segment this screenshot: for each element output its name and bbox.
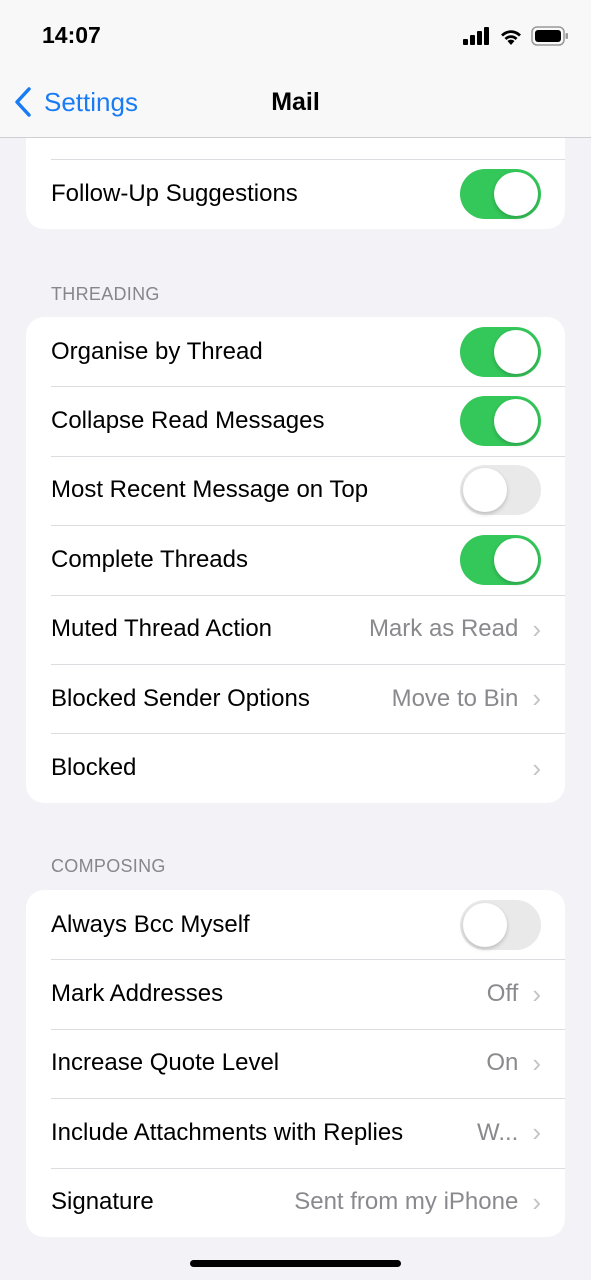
- complete-threads-toggle[interactable]: [460, 534, 541, 585]
- row-follow-up-suggestions: Follow-Up Suggestions: [26, 159, 565, 228]
- row-increase-quote-level[interactable]: Increase Quote Level On ›: [26, 1028, 565, 1098]
- row-include-attachments[interactable]: Include Attachments with Replies W... ›: [26, 1098, 565, 1167]
- section-header-composing: COMPOSING: [51, 856, 166, 876]
- row-blocked[interactable]: Blocked ›: [26, 733, 565, 802]
- status-time: 14:07: [42, 22, 101, 48]
- row-muted-thread-action[interactable]: Muted Thread Action Mark as Read ›: [26, 594, 565, 664]
- most-recent-top-toggle[interactable]: [460, 465, 541, 516]
- chevron-right-icon: ›: [532, 683, 541, 714]
- chevron-right-icon: ›: [532, 978, 541, 1009]
- row-mark-addresses[interactable]: Mark Addresses Off ›: [26, 959, 565, 1028]
- row-signature[interactable]: Signature Sent from my iPhone ›: [26, 1167, 565, 1237]
- chevron-right-icon: ›: [532, 1047, 541, 1078]
- row-most-recent-top: Most Recent Message on Top: [26, 455, 565, 525]
- card-composing: Always Bcc Myself Mark Addresses Off › Inc…: [26, 890, 565, 1237]
- card-threading: Organise by Thread Collapse Read Message…: [26, 317, 565, 803]
- section-header-threading: THREADING: [51, 284, 160, 304]
- chevron-right-icon: ›: [532, 1186, 541, 1217]
- always-bcc-toggle[interactable]: [460, 899, 541, 950]
- row-blocked-sender-options[interactable]: Blocked Sender Options Move to Bin ›: [26, 663, 565, 733]
- row-complete-threads: Complete Threads: [26, 525, 565, 594]
- header: 14:07 Settings Mail: [0, 0, 591, 138]
- collapse-read-toggle[interactable]: [460, 396, 541, 447]
- row-collapse-read: Collapse Read Messages: [26, 386, 565, 455]
- battery-icon: [531, 26, 568, 46]
- page-title: Mail: [271, 88, 320, 116]
- organise-by-thread-toggle[interactable]: [460, 326, 541, 377]
- wifi-icon: [501, 30, 521, 45]
- home-indicator[interactable]: [190, 1260, 401, 1267]
- signal-icon: [463, 27, 489, 45]
- chevron-right-icon: ›: [532, 613, 541, 644]
- chevron-right-icon: ›: [532, 1117, 541, 1148]
- chevron-right-icon: ›: [532, 752, 541, 783]
- follow-up-toggle[interactable]: [460, 169, 541, 220]
- row-always-bcc: Always Bcc Myself: [26, 890, 565, 959]
- row-organise-by-thread: Organise by Thread: [26, 317, 565, 386]
